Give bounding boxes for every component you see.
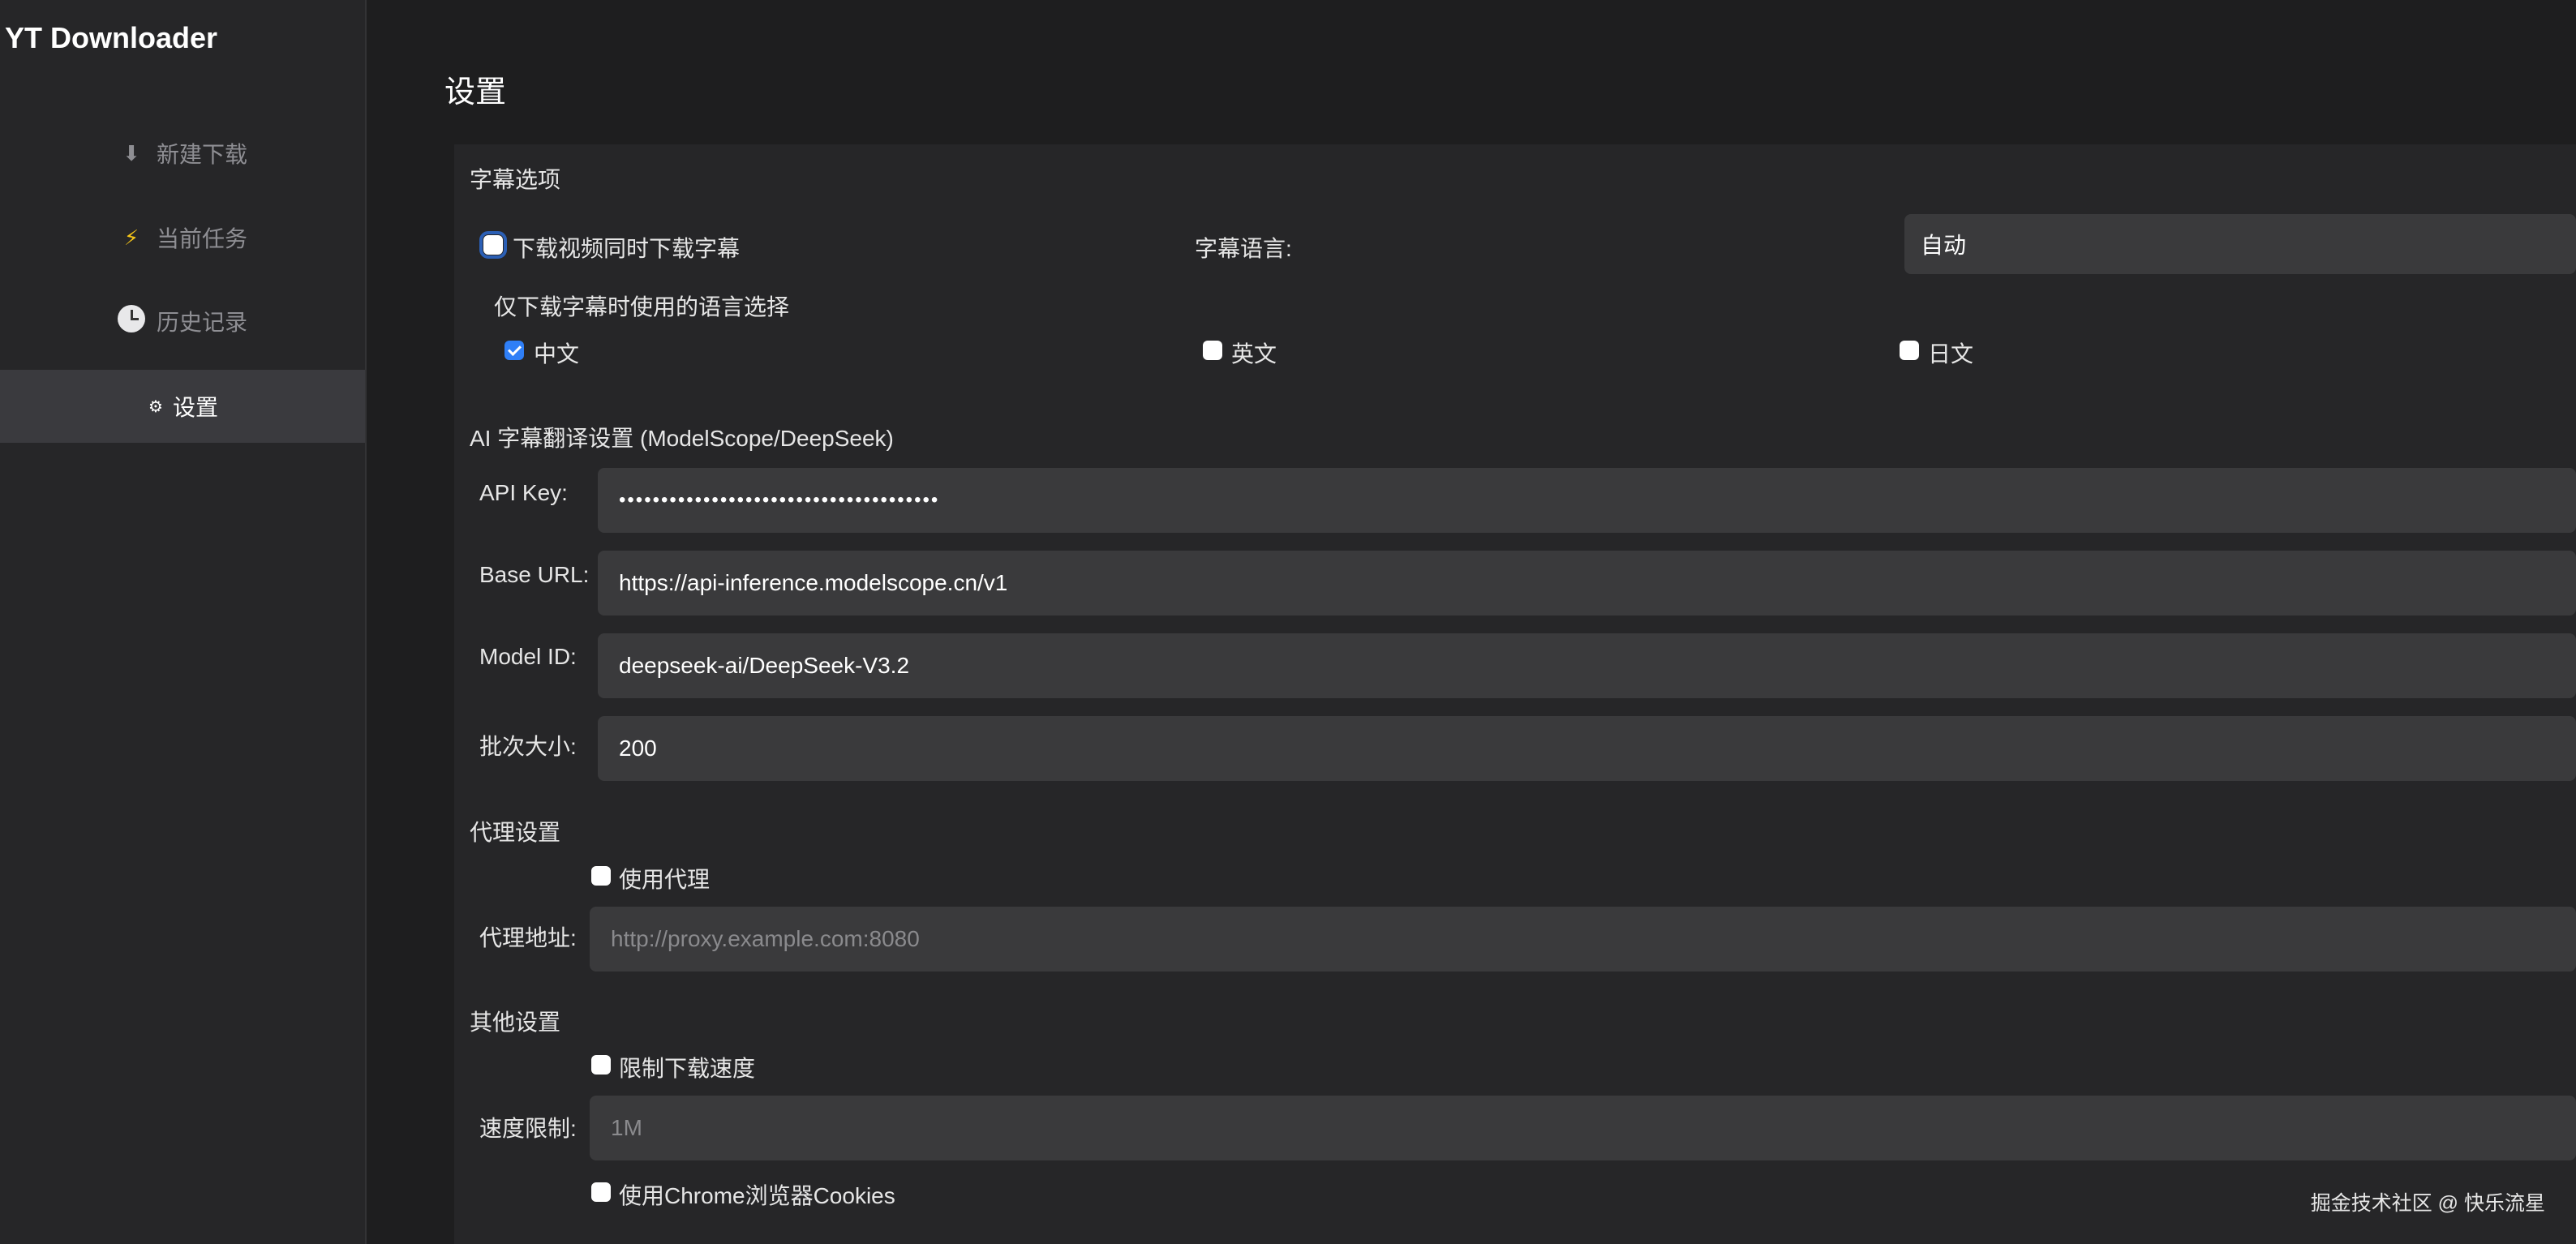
api-key-input[interactable]: •••••••••••••••••••••••••••••••••••••• bbox=[598, 468, 2576, 533]
page-title: 设置 bbox=[444, 75, 507, 109]
sidebar-item-label: 当前任务 bbox=[156, 226, 247, 251]
batch-size-label: 批次大小: bbox=[479, 734, 577, 759]
app-title: YT Downloader bbox=[5, 21, 218, 54]
language-zh-label: 中文 bbox=[534, 341, 580, 367]
proxy-address-input[interactable]: http://proxy.example.com:8080 bbox=[590, 907, 2576, 972]
speed-limit-input[interactable]: 1M bbox=[590, 1096, 2576, 1160]
subtitle-language-value: 自动 bbox=[1921, 233, 1967, 258]
limit-speed-label: 限制下载速度 bbox=[619, 1056, 756, 1081]
clock-icon bbox=[117, 304, 145, 338]
subtitle-language-label: 字幕语言: bbox=[1195, 236, 1292, 261]
chrome-cookies-label: 使用Chrome浏览器Cookies bbox=[619, 1183, 895, 1208]
language-ja-label: 日文 bbox=[1928, 341, 1974, 367]
base-url-label: Base URL: bbox=[479, 562, 590, 587]
speed-limit-label: 速度限制: bbox=[479, 1116, 577, 1141]
base-url-input[interactable]: https://api-inference.modelscope.cn/v1 bbox=[598, 551, 2576, 616]
api-key-value: •••••••••••••••••••••••••••••••••••••• bbox=[619, 489, 940, 511]
download-subtitles-checkbox[interactable] bbox=[479, 231, 507, 259]
watermark: 掘金技术社区 @ 快乐流星 bbox=[2310, 1192, 2545, 1215]
sidebar-item-settings[interactable]: ⚙ 设置 bbox=[0, 370, 365, 443]
limit-speed-checkbox[interactable] bbox=[591, 1055, 611, 1075]
proxy-address-placeholder: http://proxy.example.com:8080 bbox=[611, 926, 920, 951]
sidebar-item-current-tasks[interactable]: ⚡ 当前任务 bbox=[0, 201, 365, 274]
lightning-icon: ⚡ bbox=[123, 225, 140, 250]
language-en-label: 英文 bbox=[1231, 341, 1277, 367]
gear-icon: ⚙ bbox=[148, 397, 163, 416]
language-en-checkbox[interactable] bbox=[1203, 341, 1222, 360]
ai-section-title: AI 字幕翻译设置 (ModelScope/DeepSeek) bbox=[470, 426, 894, 451]
model-id-value: deepseek-ai/DeepSeek-V3.2 bbox=[619, 653, 910, 678]
download-icon: ⬇ bbox=[122, 140, 140, 165]
api-key-label: API Key: bbox=[479, 480, 568, 505]
sidebar-item-history[interactable]: 历史记录 bbox=[0, 285, 365, 358]
model-id-input[interactable]: deepseek-ai/DeepSeek-V3.2 bbox=[598, 633, 2576, 698]
sidebar-item-label: 设置 bbox=[172, 395, 218, 420]
subtitle-section-title: 字幕选项 bbox=[470, 167, 561, 192]
subtitle-only-languages-label: 仅下载字幕时使用的语言选择 bbox=[494, 294, 790, 320]
speed-limit-placeholder: 1M bbox=[611, 1115, 642, 1140]
sidebar-item-label: 新建下载 bbox=[156, 142, 247, 167]
language-ja-checkbox[interactable] bbox=[1900, 341, 1919, 360]
use-proxy-checkbox[interactable] bbox=[591, 866, 611, 886]
download-subtitles-label: 下载视频同时下载字幕 bbox=[513, 236, 741, 261]
other-section-title: 其他设置 bbox=[470, 1010, 561, 1035]
sidebar-item-new-download[interactable]: ⬇ 新建下载 bbox=[0, 117, 365, 190]
chrome-cookies-checkbox[interactable] bbox=[591, 1182, 611, 1202]
sidebar-item-label: 历史记录 bbox=[156, 310, 247, 335]
use-proxy-label: 使用代理 bbox=[619, 867, 711, 892]
subtitle-language-select[interactable]: 自动 bbox=[1904, 214, 2576, 274]
batch-size-value: 200 bbox=[619, 736, 657, 761]
batch-size-input[interactable]: 200 bbox=[598, 716, 2576, 781]
base-url-value: https://api-inference.modelscope.cn/v1 bbox=[619, 570, 1008, 595]
model-id-label: Model ID: bbox=[479, 644, 577, 669]
language-zh-checkbox[interactable] bbox=[504, 341, 524, 360]
proxy-section-title: 代理设置 bbox=[470, 820, 561, 845]
proxy-address-label: 代理地址: bbox=[479, 925, 577, 950]
sidebar: YT Downloader ⬇ 新建下载 ⚡ 当前任务 历史记录 ⚙ 设置 bbox=[0, 0, 367, 1244]
